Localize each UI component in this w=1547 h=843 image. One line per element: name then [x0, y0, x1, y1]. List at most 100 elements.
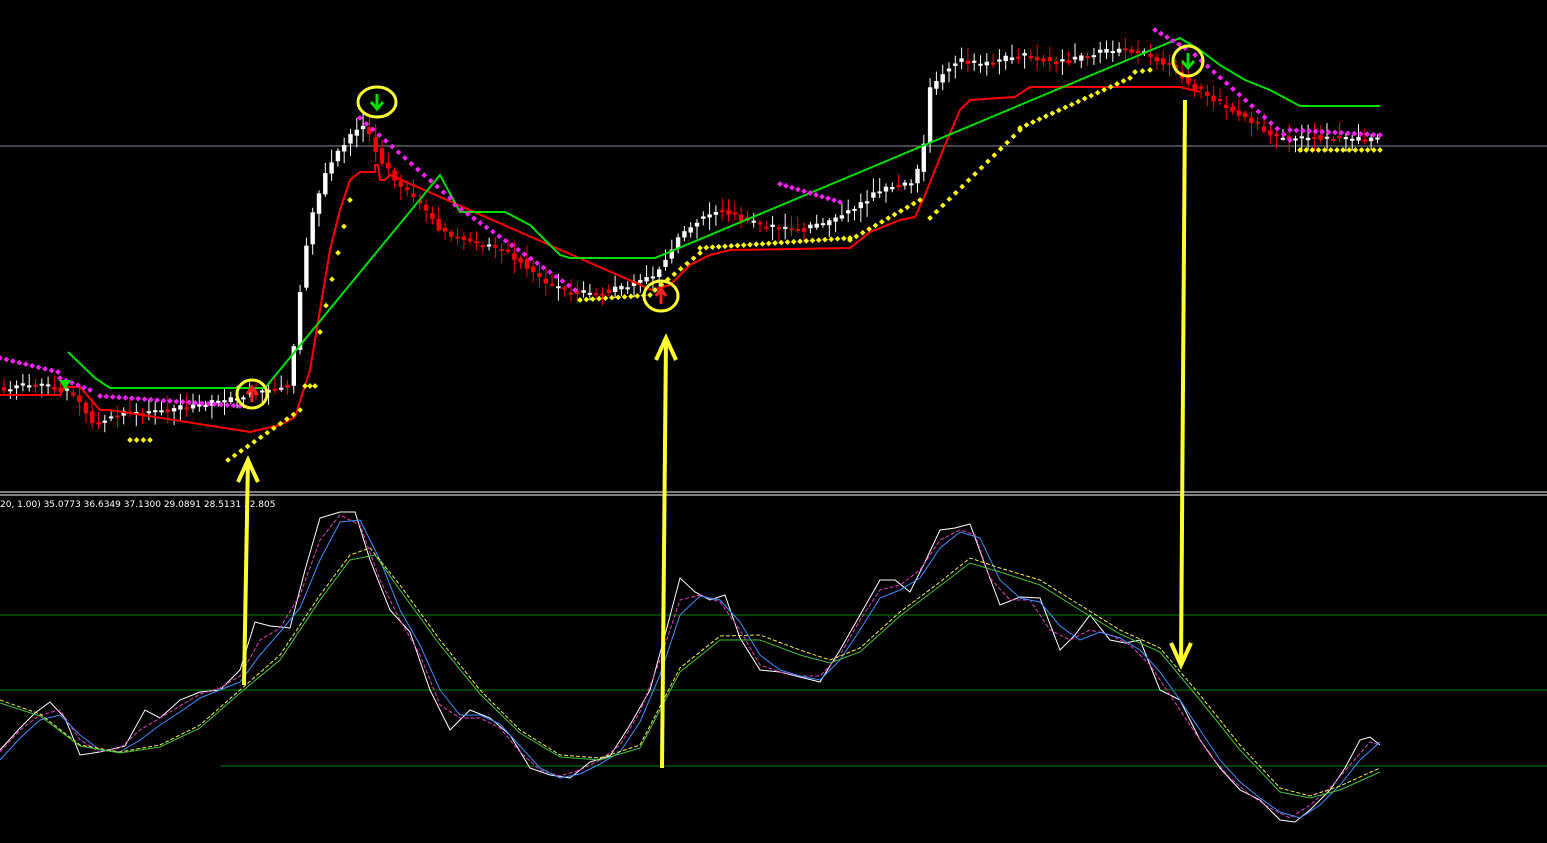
candle-body	[612, 286, 618, 293]
candle-body	[978, 63, 983, 66]
signal-dot	[985, 158, 991, 165]
candle-body	[1022, 53, 1027, 56]
signal-dot	[1327, 147, 1334, 153]
candle-body	[71, 392, 76, 396]
chart-canvas: 20, 1.00) 35.0773 36.6349 37.1300 29.089…	[0, 27, 1547, 823]
candle-body	[102, 420, 107, 423]
signal-dot	[789, 184, 795, 191]
candle-body	[1003, 55, 1008, 62]
candle-body	[285, 384, 290, 388]
candle-body	[852, 208, 857, 211]
sell-arrow-icon	[369, 94, 385, 112]
candle-body	[146, 411, 152, 414]
signal-dot	[1300, 127, 1306, 134]
signal-dot	[872, 222, 879, 229]
signal-dot	[1217, 74, 1224, 81]
candle-body	[1255, 121, 1260, 124]
signal-dot	[323, 302, 329, 309]
signal-dot	[363, 120, 370, 127]
signal-dot	[647, 292, 653, 298]
signal-dot	[1062, 104, 1069, 111]
candle-body	[304, 245, 309, 288]
candle-body	[518, 257, 523, 263]
signal-dot	[257, 434, 264, 441]
annotation-arrow-line	[660, 337, 668, 769]
candle-body	[568, 292, 574, 295]
candle-body	[1161, 58, 1166, 65]
signal-dot	[1371, 147, 1377, 153]
candle-body	[801, 227, 807, 232]
signal-dot	[959, 183, 965, 190]
oscillator-series-line	[0, 547, 1381, 797]
candle-body	[1356, 136, 1361, 141]
signal-dot	[978, 164, 985, 171]
candle-body	[990, 62, 996, 65]
signal-dot	[35, 364, 42, 371]
candle-body	[1129, 49, 1134, 53]
signal-dot	[621, 293, 628, 300]
candle-body	[864, 201, 870, 204]
candle-body	[272, 388, 278, 391]
signal-dot	[347, 197, 353, 203]
signal-dot	[946, 196, 953, 202]
candle-body	[83, 402, 89, 414]
signal-dot	[1280, 131, 1287, 138]
candle-body	[663, 259, 668, 267]
candle-body	[720, 210, 725, 213]
signal-dot	[1268, 120, 1274, 126]
signal-dot	[772, 240, 778, 246]
signal-dot	[1055, 107, 1062, 114]
signal-dot	[29, 362, 36, 369]
trading-chart: 20, 1.00) 35.0773 36.6349 37.1300 29.089…	[0, 0, 1547, 843]
signal-dot	[1004, 139, 1010, 146]
signal-dot	[312, 383, 318, 389]
candle-body	[27, 385, 32, 388]
candle-body	[1368, 137, 1374, 142]
signal-dot	[1030, 119, 1036, 125]
candle-body	[216, 400, 221, 403]
signal-dot	[765, 240, 772, 247]
signal-dot	[822, 236, 828, 243]
candle-body	[953, 63, 958, 67]
candle-body	[1324, 136, 1330, 139]
signal-dot	[1075, 98, 1082, 105]
oscillator-series-line	[0, 554, 1381, 799]
candle-body	[871, 192, 876, 198]
signal-dot	[1242, 97, 1249, 104]
signal-dot	[777, 181, 783, 187]
candle-body	[115, 415, 120, 418]
candle-body	[1047, 57, 1052, 62]
candle-body	[1104, 49, 1109, 53]
candle-body	[1148, 53, 1153, 57]
candle-body	[644, 276, 649, 282]
candle-body	[701, 216, 706, 219]
candle-body	[108, 416, 114, 419]
candle-body	[909, 183, 914, 186]
candle-body	[1072, 56, 1078, 60]
candle-body	[360, 125, 366, 130]
signal-dot	[141, 396, 148, 403]
signal-dot	[1147, 67, 1153, 73]
signal-dot	[1306, 128, 1313, 134]
candle-body	[972, 60, 977, 63]
candle-body	[1299, 136, 1304, 139]
signal-dot	[127, 437, 133, 443]
signal-dot	[740, 242, 747, 248]
signal-dot	[408, 160, 415, 167]
candle-body	[1211, 95, 1216, 102]
dots-magenta	[0, 27, 1383, 409]
candle-body	[1362, 139, 1367, 142]
candle-body	[877, 191, 882, 194]
signal-dot	[815, 237, 822, 243]
candle-body	[386, 162, 391, 169]
signal-dot	[1164, 34, 1170, 41]
signal-dot	[634, 293, 641, 299]
signal-dot	[722, 243, 728, 250]
signal-dot	[415, 166, 421, 173]
signal-dot	[173, 398, 180, 405]
signal-dot	[1158, 30, 1164, 37]
signal-dot	[933, 208, 940, 215]
candle-body	[1242, 112, 1248, 117]
signal-dot	[87, 387, 93, 393]
candle-body	[883, 186, 889, 192]
